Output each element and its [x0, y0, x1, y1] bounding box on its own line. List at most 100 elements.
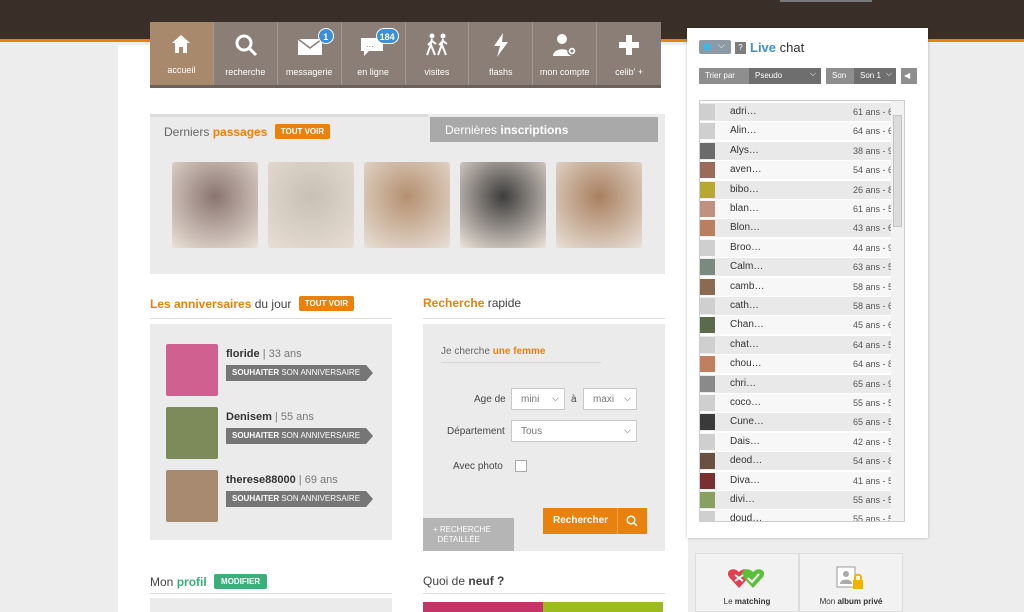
chat-user-row[interactable]: blan… 61 ans - 57 [700, 200, 904, 218]
user-thumbnail[interactable] [700, 239, 715, 256]
user-thumbnail[interactable] [700, 336, 715, 353]
user-pseudo[interactable]: divi… [730, 494, 755, 505]
une-femme-link[interactable]: une femme [493, 346, 546, 357]
nav-visites[interactable]: visites [406, 22, 470, 85]
age-min-select[interactable]: mini ⌵ [511, 388, 565, 410]
user-pseudo[interactable]: chat… [730, 339, 759, 350]
user-pseudo[interactable]: Cune… [730, 416, 764, 427]
user-thumbnail[interactable] [700, 511, 715, 521]
user-thumbnail[interactable] [700, 298, 715, 314]
chat-user-row[interactable]: divi… 55 ans - 57 [700, 491, 904, 509]
edit-profile-button[interactable]: MODIFIER [214, 574, 268, 589]
person-name[interactable]: Denisem | 55 ans [226, 411, 314, 423]
chat-user-row[interactable]: Alys… 38 ans - 90 [700, 141, 904, 160]
user-pseudo[interactable]: aven… [730, 164, 762, 175]
user-pseudo[interactable]: Broo… [730, 242, 761, 253]
person-name[interactable]: therese88000 | 69 ans [226, 474, 338, 486]
nav-mon-compte[interactable]: mon compte [533, 22, 598, 85]
matching-promo[interactable]: Le matching [695, 553, 799, 612]
user-pseudo[interactable]: doud… [730, 513, 762, 521]
user-thumbnail[interactable] [700, 104, 715, 120]
age-max-select[interactable]: maxi ⌵ [583, 388, 637, 410]
private-album-promo[interactable]: Mon album privé [799, 553, 903, 612]
user-pseudo[interactable]: Calm… [730, 261, 763, 272]
wish-birthday-button[interactable]: SOUHAITER SON ANNIVERSAIRE [226, 428, 374, 444]
see-all-passages-button[interactable]: TOUT VOIR [274, 124, 331, 139]
user-thumbnail[interactable] [700, 356, 715, 373]
user-thumbnail[interactable] [700, 162, 715, 179]
avatar[interactable] [166, 407, 218, 459]
chat-user-row[interactable]: adri… 61 ans - 67 [700, 103, 904, 121]
wish-birthday-button[interactable]: SOUHAITER SON ANNIVERSAIRE [226, 491, 374, 507]
chat-user-row[interactable]: doud… 55 ans - 57 [700, 510, 904, 521]
user-pseudo[interactable]: Dais… [730, 436, 760, 447]
visitor-photo[interactable] [460, 162, 546, 248]
user-pseudo[interactable]: coco… [730, 397, 761, 408]
chat-user-row[interactable]: Diva… 41 ans - 57 [700, 471, 904, 490]
department-select[interactable]: Tous ⌵ [511, 420, 637, 442]
visitor-photo[interactable] [556, 162, 642, 248]
chat-user-row[interactable]: Broo… 44 ans - 90 [700, 238, 904, 257]
name[interactable]: floride [226, 348, 260, 360]
user-pseudo[interactable]: adri… [730, 106, 757, 117]
user-pseudo[interactable]: Alin… [730, 125, 757, 136]
news-tab-green[interactable] [543, 602, 663, 612]
avatar[interactable] [166, 470, 218, 522]
user-thumbnail[interactable] [700, 259, 715, 276]
chat-user-row[interactable]: coco… 55 ans - 57 [700, 394, 904, 412]
user-pseudo[interactable]: chri… [730, 378, 756, 389]
chat-user-row[interactable]: chou… 64 ans - 88 [700, 355, 904, 374]
user-thumbnail[interactable] [700, 181, 715, 198]
tab-derniers-passages[interactable]: Derniers passages TOUT VOIR [150, 114, 428, 144]
chat-user-row[interactable]: aven… 54 ans - 67 [700, 161, 904, 180]
user-thumbnail[interactable] [700, 375, 715, 392]
name[interactable]: therese88000 [226, 474, 296, 486]
user-pseudo[interactable]: camb… [730, 281, 764, 292]
user-thumbnail[interactable] [700, 317, 715, 334]
chat-user-row[interactable]: deod… 54 ans - 88 [700, 452, 904, 471]
chat-user-row[interactable]: Dais… 42 ans - 57 [700, 432, 904, 451]
chat-user-row[interactable]: Calm… 63 ans - 57 [700, 258, 904, 277]
user-pseudo[interactable]: Diva… [730, 475, 760, 486]
name[interactable]: Denisem [226, 411, 272, 423]
user-thumbnail[interactable] [700, 123, 715, 140]
with-photo-checkbox[interactable] [515, 460, 527, 472]
chat-user-row[interactable]: cath… 58 ans - 67 [700, 297, 904, 315]
user-pseudo[interactable]: cath… [730, 300, 759, 311]
chat-user-row[interactable]: Alin… 64 ans - 67 [700, 122, 904, 141]
user-pseudo[interactable]: blan… [730, 203, 759, 214]
user-thumbnail[interactable] [700, 395, 715, 411]
search-button[interactable]: Rechercher [543, 508, 647, 534]
user-pseudo[interactable]: chou… [730, 358, 762, 369]
user-thumbnail[interactable] [700, 492, 715, 508]
user-thumbnail[interactable] [700, 453, 715, 470]
user-thumbnail[interactable] [700, 433, 715, 450]
visitor-photo[interactable] [172, 162, 258, 248]
see-all-birthdays-button[interactable]: TOUT VOIR [298, 296, 355, 311]
user-thumbnail[interactable] [700, 142, 715, 159]
chat-user-row[interactable]: Cune… 65 ans - 57 [700, 413, 904, 432]
user-thumbnail[interactable] [700, 472, 715, 489]
status-toggle[interactable]: ⌵ [699, 40, 731, 54]
chat-user-row[interactable]: camb… 58 ans - 54 [700, 277, 904, 296]
visitor-photo[interactable] [364, 162, 450, 248]
nav-celib-plus[interactable]: celib' + [597, 22, 661, 85]
wish-birthday-button[interactable]: SOUHAITER SON ANNIVERSAIRE [226, 365, 374, 381]
nav-messagerie[interactable]: 1 messagerie [278, 22, 342, 85]
chat-user-row[interactable]: chat… 64 ans - 57 [700, 335, 904, 354]
chat-user-row[interactable]: Blon… 43 ans - 68 [700, 219, 904, 238]
scrollbar[interactable] [891, 101, 904, 521]
speaker-icon[interactable]: ◀ [901, 68, 917, 84]
nav-accueil[interactable]: accueil [150, 22, 214, 85]
scrollbar-thumb[interactable] [893, 115, 902, 227]
tab-dernieres-inscriptions[interactable]: Dernières inscriptions [430, 117, 658, 142]
visitor-photo[interactable] [268, 162, 354, 248]
user-pseudo[interactable]: Alys… [730, 145, 759, 156]
user-pseudo[interactable]: bibo… [730, 184, 759, 195]
user-pseudo[interactable]: Chan… [730, 319, 764, 330]
user-pseudo[interactable]: Blon… [730, 222, 760, 233]
chat-user-row[interactable]: chri… 65 ans - 90 [700, 374, 904, 393]
chat-user-row[interactable]: Chan… 45 ans - 67 [700, 316, 904, 335]
nav-recherche[interactable]: recherche [214, 22, 278, 85]
user-pseudo[interactable]: deod… [730, 455, 762, 466]
